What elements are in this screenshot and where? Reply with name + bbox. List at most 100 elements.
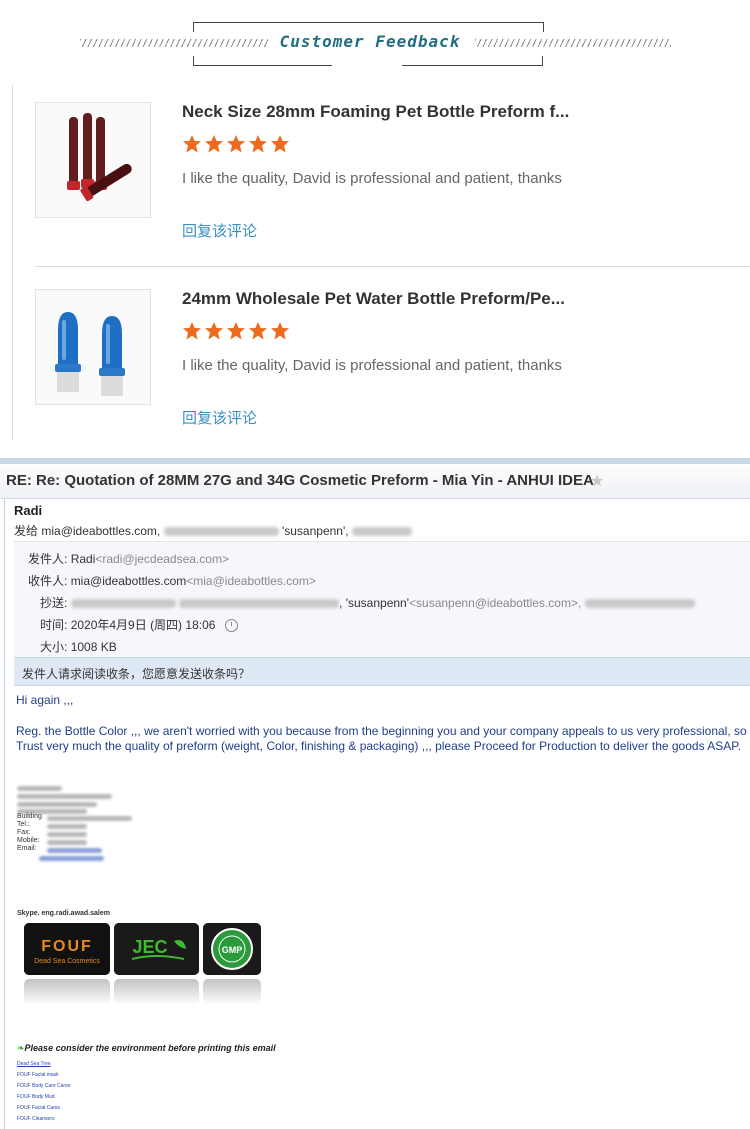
email-window: RE: Re: Quotation of 28MM 27G and 34G Co… (0, 458, 750, 1129)
to-row: 收件人: mia@ideabottles.com<mia@ideabottles… (28, 574, 316, 588)
star-icon (183, 135, 201, 153)
redacted-recipient (163, 527, 279, 537)
star-icon (227, 135, 245, 153)
skype-line: Skype. eng.radi.awad.salem (17, 910, 110, 917)
svg-text:JEC: JEC (132, 937, 167, 957)
jec-logo: JEC (114, 923, 199, 975)
section-gap (0, 440, 750, 458)
read-receipt-bar[interactable]: 发件人请求阅读收条，您愿意发送收条吗？ (14, 657, 750, 686)
star-rating (182, 134, 292, 159)
redacted-signature (17, 794, 112, 799)
signature-link[interactable]: FOUF Cleansers (17, 1116, 55, 1122)
redacted-signature (47, 840, 87, 845)
leaf-icon: ❧ (17, 1043, 25, 1053)
from-name[interactable]: Radi (71, 552, 96, 566)
time-row: 时间: 2020年4月9日 (周四) 18:06 (40, 616, 238, 633)
review-text: I like the quality, David is professiona… (182, 357, 562, 374)
to-name[interactable]: mia@ideabottles.com (71, 574, 187, 588)
recipient[interactable]: mia@ideabottles.com, (41, 524, 160, 538)
to-address: <mia@ideabottles.com> (186, 574, 316, 588)
star-icon (205, 322, 223, 340)
from-address: <radi@jecdeadsea.com> (95, 552, 229, 566)
logo-reflection (203, 979, 261, 1005)
star-rating (182, 321, 292, 346)
fouf-logo: FOUF Dead Sea Cosmetics (24, 923, 110, 975)
to-prefix: 发给 (14, 524, 39, 538)
signature-label: Fax: (17, 829, 31, 836)
product-thumbnail[interactable] (35, 102, 151, 218)
star-icon (227, 322, 245, 340)
read-receipt-prompt: 发件人请求阅读收条，您愿意发送收条吗？ (22, 667, 251, 681)
signature-label: Building (17, 813, 42, 820)
redacted-recipient (351, 527, 412, 537)
product-title[interactable]: 24mm Wholesale Pet Water Bottle Preform/… (182, 289, 565, 309)
signature-link[interactable]: FOUF Body Mud (17, 1094, 55, 1100)
size-row: 大小: 1008 KB (40, 640, 117, 654)
redacted-signature (47, 824, 87, 829)
email-body: Radi 发给 mia@ideabottles.com, 'susanpenn'… (4, 499, 750, 1129)
product-thumbnail[interactable] (35, 289, 151, 405)
redacted-signature (47, 832, 87, 837)
svg-text:Dead Sea Cosmetics: Dead Sea Cosmetics (34, 958, 100, 965)
feedback-list: Neck Size 28mm Foaming Pet Bottle Prefor… (0, 85, 750, 440)
signature-label: Mobile: (17, 837, 40, 844)
recipients-line: 发给 mia@ideabottles.com, 'susanpenn', (14, 522, 412, 539)
clock-icon[interactable] (224, 619, 238, 633)
title-frame-top (193, 22, 544, 32)
star-icon (249, 135, 267, 153)
greeting: Hi again ,,, (16, 693, 74, 707)
signature-label: Tel.: (17, 821, 30, 828)
redacted-signature (47, 848, 102, 853)
star-icon[interactable]: ★ (590, 471, 604, 491)
redacted-cc (584, 599, 695, 609)
decor-hatch-right (475, 39, 671, 47)
redacted-signature (17, 786, 62, 791)
logo-reflection (114, 979, 199, 1005)
signature-link[interactable]: FOUF Body Care Cares (17, 1083, 70, 1089)
redacted-cc (179, 599, 340, 609)
cc-row: 抄送: , 'susanpenn'<susanpenn@ideabottles.… (40, 594, 695, 611)
svg-text:GMP: GMP (222, 945, 243, 955)
title-frame-bottom-left (193, 56, 332, 66)
star-icon (205, 135, 223, 153)
environment-note: ❧Please consider the environment before … (17, 1043, 276, 1053)
section-title: Customer Feedback (279, 32, 461, 51)
redacted-signature (39, 856, 104, 861)
signature-link[interactable]: Dead Sea Tree (17, 1061, 51, 1067)
redacted-cc (70, 599, 176, 609)
star-icon (271, 322, 289, 340)
star-icon (249, 322, 267, 340)
feedback-header: Customer Feedback (0, 0, 750, 85)
recipient[interactable]: 'susanpenn', (282, 524, 349, 538)
sender-name[interactable]: Radi (14, 503, 42, 518)
logo-reflection (24, 979, 110, 1005)
redacted-signature (47, 816, 132, 821)
title-frame-bottom-right (402, 56, 543, 66)
svg-text:FOUF: FOUF (41, 938, 93, 955)
email-meta: 发件人: Radi<radi@jecdeadsea.com> 收件人: mia@… (14, 541, 750, 657)
divider (12, 85, 13, 440)
email-subject: RE: Re: Quotation of 28MM 27G and 34G Co… (6, 472, 594, 489)
gmp-logo: GMP (203, 923, 261, 975)
decor-hatch-left (80, 39, 268, 47)
cc-address: <susanpenn@ideabottles.com>, (409, 596, 582, 610)
review-text: I like the quality, David is professiona… (182, 170, 562, 187)
redacted-signature (17, 802, 97, 807)
email-subject-bar: RE: Re: Quotation of 28MM 27G and 34G Co… (0, 464, 750, 499)
signature-label: Email: (17, 845, 37, 852)
star-icon (271, 135, 289, 153)
body-line: Reg. the Bottle Color ,,, we aren't worr… (16, 724, 750, 738)
star-icon (183, 322, 201, 340)
signature-link[interactable]: FOUF Facial Cares (17, 1105, 60, 1111)
product-title[interactable]: Neck Size 28mm Foaming Pet Bottle Prefor… (182, 102, 569, 122)
feedback-item: 24mm Wholesale Pet Water Bottle Preform/… (35, 289, 750, 449)
feedback-item: Neck Size 28mm Foaming Pet Bottle Prefor… (35, 102, 750, 262)
reply-link[interactable]: 回复该评论 (182, 407, 257, 428)
signature-link[interactable]: FOUF Facial mask (17, 1072, 59, 1078)
email-size: 1008 KB (70, 640, 117, 654)
from-row: 发件人: Radi<radi@jecdeadsea.com> (28, 552, 229, 566)
reply-link[interactable]: 回复该评论 (182, 220, 257, 241)
cc-name[interactable]: 'susanpenn' (346, 596, 409, 610)
item-separator (35, 266, 750, 267)
body-line: Trust very much the quality of preform (… (16, 739, 742, 753)
